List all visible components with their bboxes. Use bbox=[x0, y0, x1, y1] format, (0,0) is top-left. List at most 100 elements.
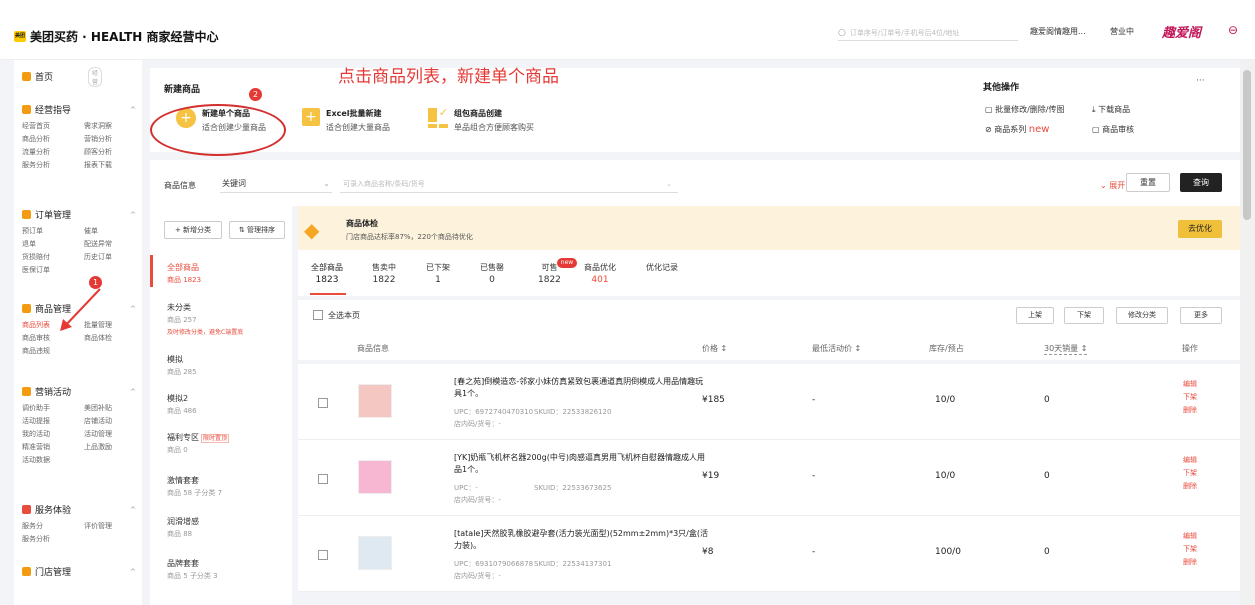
category-item[interactable]: 润滑增感 商品 88 bbox=[167, 516, 199, 539]
row-checkbox[interactable] bbox=[318, 550, 328, 560]
header-price[interactable]: 价格 ↕ bbox=[702, 343, 727, 354]
product-thumbnail[interactable] bbox=[358, 384, 392, 418]
user-avatar-icon[interactable]: ⊖ bbox=[1228, 23, 1238, 37]
tab-2[interactable]: 已下架 1 bbox=[426, 262, 450, 285]
sidebar-item-0-1[interactable]: 需求洞察 bbox=[84, 121, 112, 131]
tab-5[interactable]: 商品优化 401 bbox=[584, 262, 616, 285]
sidebar-item-3-6[interactable]: 精准营销 bbox=[22, 442, 50, 452]
batch-edit-link[interactable]: ▢ 批量修改/删除/传图 bbox=[985, 104, 1065, 115]
sidebar-group-3[interactable]: 营销活动 ^ bbox=[22, 385, 136, 398]
sidebar-item-0-7[interactable]: 报表下载 bbox=[84, 160, 112, 170]
filter-keyword-input[interactable]: 可录入商品名称/条码/货号 ⌄ bbox=[340, 175, 678, 193]
download-products-link[interactable]: ⤓ 下载商品 bbox=[1092, 104, 1130, 115]
sidebar-item-4-0[interactable]: 服务分 bbox=[22, 521, 43, 531]
row-op-2[interactable]: 删除 bbox=[1183, 404, 1197, 417]
shop-name[interactable]: 趣爱阁情趣用... bbox=[1030, 26, 1086, 37]
sidebar-item-1-1[interactable]: 催单 bbox=[84, 226, 98, 236]
manage-sort-button[interactable]: ⇅ 管理排序 bbox=[229, 221, 285, 239]
sidebar-item-3-1[interactable]: 美团补贴 bbox=[84, 403, 112, 413]
tab-0[interactable]: 全部商品 1823 bbox=[311, 262, 343, 285]
row-op-0[interactable]: 编辑 bbox=[1183, 378, 1197, 391]
order-search-input[interactable]: ○ 订单序号/订单号/手机号后4位/地址 bbox=[838, 25, 1018, 41]
sidebar-item-4-1[interactable]: 评价管理 bbox=[84, 521, 112, 531]
sidebar-item-3-8[interactable]: 活动数据 bbox=[22, 455, 50, 465]
query-button[interactable]: 查询 bbox=[1180, 173, 1222, 192]
sidebar-group-4[interactable]: 服务体验 ^ bbox=[22, 503, 136, 516]
sidebar-item-4-2[interactable]: 服务分析 bbox=[22, 534, 50, 544]
product-review-link[interactable]: ▢ 商品审核 bbox=[1092, 124, 1134, 135]
sidebar-item-0-5[interactable]: 顾客分析 bbox=[84, 147, 112, 157]
category-item[interactable]: 福利专区 限时置顶 商品 0 bbox=[167, 432, 230, 455]
filter-type-select[interactable]: 关键词 ⌄ bbox=[220, 175, 332, 193]
row-checkbox[interactable] bbox=[318, 474, 328, 484]
list-down-button[interactable]: 下架 bbox=[1064, 307, 1104, 324]
list-up-button[interactable]: 上架 bbox=[1016, 307, 1054, 324]
sidebar-item-3-2[interactable]: 活动提报 bbox=[22, 416, 50, 426]
sidebar-item-1-3[interactable]: 配送异常 bbox=[84, 239, 112, 249]
sidebar-item-1-5[interactable]: 历史订单 bbox=[84, 252, 112, 262]
select-all-checkbox[interactable] bbox=[313, 310, 323, 320]
sidebar-item-1-6[interactable]: 医保订单 bbox=[22, 265, 50, 275]
product-stock[interactable]: 100/0 bbox=[935, 547, 961, 557]
product-stock[interactable]: 10/0 bbox=[935, 471, 955, 481]
page-scrollbar[interactable] bbox=[1240, 60, 1255, 605]
row-op-2[interactable]: 删除 bbox=[1183, 556, 1197, 569]
sidebar-item-2-0[interactable]: 商品列表 bbox=[22, 320, 50, 330]
product-name[interactable]: [YK]奶瓶飞机杯名器200g(中号)肉感逼真男用飞机杯自慰器情趣成人用品1个。 bbox=[454, 452, 709, 476]
product-thumbnail[interactable] bbox=[358, 536, 392, 570]
product-thumbnail[interactable] bbox=[358, 460, 392, 494]
category-item[interactable]: 激情套套 商品 58 子分类 7 bbox=[167, 475, 222, 498]
product-name[interactable]: [tatale]天然胶乳橡胶避孕套(活力装光面型)(52mm±2mm)*3只/盒… bbox=[454, 528, 709, 552]
sidebar-item-0-3[interactable]: 营销分析 bbox=[84, 134, 112, 144]
sidebar-item-1-2[interactable]: 退单 bbox=[22, 239, 36, 249]
add-category-button[interactable]: + 新增分类 bbox=[164, 221, 222, 239]
sidebar-item-3-3[interactable]: 店铺活动 bbox=[84, 416, 112, 426]
category-item[interactable]: 未分类 商品 257 及时修改分类，避免C端置底 bbox=[167, 302, 243, 336]
sidebar-item-3-7[interactable]: 上品激励 bbox=[84, 442, 112, 452]
row-op-1[interactable]: 下架 bbox=[1183, 391, 1197, 404]
product-stock[interactable]: 10/0 bbox=[935, 395, 955, 405]
row-op-2[interactable]: 删除 bbox=[1183, 480, 1197, 493]
app-brand[interactable]: 美团 美团买药 · HEALTH 商家经营中心 bbox=[14, 28, 219, 45]
tab-6[interactable]: 优化记录 bbox=[646, 262, 678, 275]
category-item[interactable]: 全部商品 商品 1823 bbox=[167, 262, 201, 285]
header-min-price[interactable]: 最低活动价 ↕ bbox=[812, 343, 861, 354]
sidebar-item-1-4[interactable]: 货损赔付 bbox=[22, 252, 50, 262]
sidebar-item-3-0[interactable]: 调价助手 bbox=[22, 403, 50, 413]
header-sales[interactable]: 30天销量 ↕ bbox=[1044, 343, 1088, 355]
sidebar-item-0-6[interactable]: 服务分析 bbox=[22, 160, 50, 170]
category-item[interactable]: 品牌套套 商品 5 子分类 3 bbox=[167, 558, 218, 581]
category-item[interactable]: 模拟 商品 285 bbox=[167, 354, 197, 377]
sidebar-item-2-2[interactable]: 商品审核 bbox=[22, 333, 50, 343]
shop-status[interactable]: 营业中 bbox=[1110, 26, 1134, 37]
bundle-create[interactable]: ✓ 组包商品创建 单品组合方便顾客购买 bbox=[428, 107, 534, 133]
reset-button[interactable]: 重置 bbox=[1126, 173, 1170, 192]
row-checkbox[interactable] bbox=[318, 398, 328, 408]
expand-filters[interactable]: ⌄ 展开 bbox=[1100, 180, 1125, 191]
sidebar-item-0-2[interactable]: 商品分析 bbox=[22, 134, 50, 144]
product-series-link[interactable]: ⊘ 商品系列 new bbox=[985, 124, 1049, 135]
tab-1[interactable]: 售卖中 1822 bbox=[372, 262, 396, 285]
sidebar-item-0-4[interactable]: 流量分析 bbox=[22, 147, 50, 157]
scrollbar-thumb[interactable] bbox=[1243, 70, 1251, 220]
sidebar-item-3-5[interactable]: 活动管理 bbox=[84, 429, 112, 439]
excel-batch-create[interactable]: + Excel批量新建 适合创建大量商品 bbox=[302, 108, 390, 133]
sidebar-group-1[interactable]: 订单管理 ^ bbox=[22, 208, 136, 221]
row-op-0[interactable]: 编辑 bbox=[1183, 454, 1197, 467]
category-item[interactable]: 模拟2 商品 486 bbox=[167, 393, 197, 416]
sidebar-item-2-4[interactable]: 商品违规 bbox=[22, 346, 50, 356]
more-icon[interactable]: ··· bbox=[1196, 76, 1205, 86]
optimize-button[interactable]: 去优化 bbox=[1178, 220, 1222, 238]
sidebar-item-0-0[interactable]: 经营首页 bbox=[22, 121, 50, 131]
tab-3[interactable]: 已售罄 0 bbox=[480, 262, 504, 285]
sidebar-group-0[interactable]: 经营指导 ^ bbox=[22, 103, 136, 116]
row-op-0[interactable]: 编辑 bbox=[1183, 530, 1197, 543]
sidebar-group-5[interactable]: 门店管理 ^ bbox=[22, 565, 136, 578]
change-category-button[interactable]: 修改分类 bbox=[1116, 307, 1168, 324]
sidebar-item-1-0[interactable]: 预订单 bbox=[22, 226, 43, 236]
more-actions-button[interactable]: 更多 bbox=[1180, 307, 1222, 324]
sidebar-item-3-4[interactable]: 我的活动 bbox=[22, 429, 50, 439]
product-name[interactable]: [春之苑]倒模造恋-邻家小妹仿真紧致包裹通道真阴倒模成人用品情趣玩具1个。 bbox=[454, 376, 709, 400]
row-op-1[interactable]: 下架 bbox=[1183, 543, 1197, 556]
row-op-1[interactable]: 下架 bbox=[1183, 467, 1197, 480]
